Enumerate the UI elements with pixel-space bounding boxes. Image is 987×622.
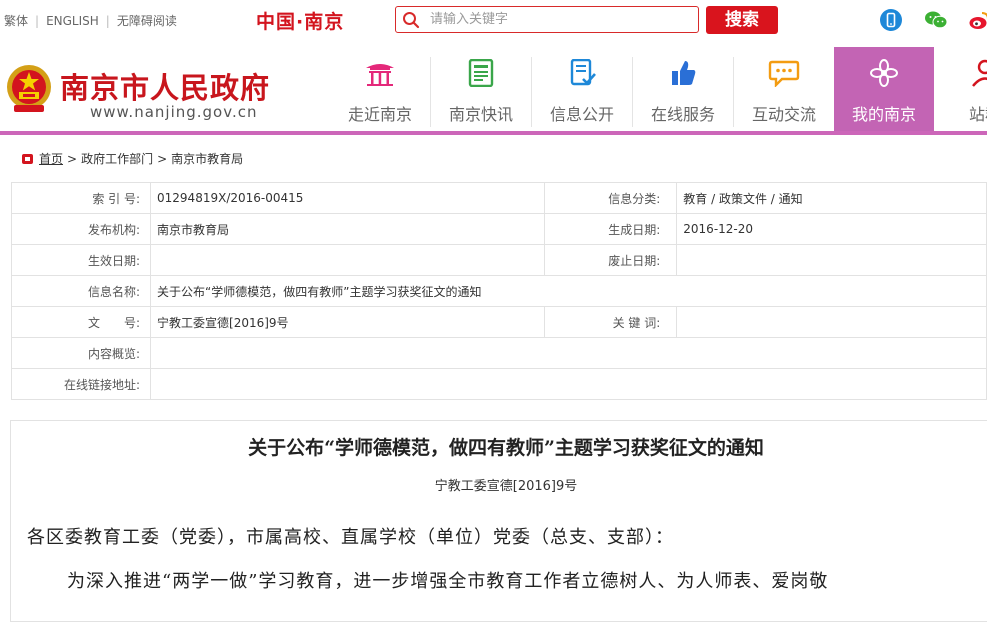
wechat-icon[interactable] bbox=[924, 9, 948, 31]
info-name-value: 关于公布“学师德模范，做四有教师”主题学习获奖征文的通知 bbox=[150, 275, 987, 307]
nav-item-news[interactable]: 南京快讯 bbox=[431, 47, 531, 131]
english-link[interactable]: ENGLISH bbox=[46, 14, 99, 28]
divider: | bbox=[35, 14, 40, 28]
national-emblem-icon bbox=[7, 65, 51, 112]
article-title: 关于公布“学师德模范，做四有教师”主题学习获奖征文的通知 bbox=[248, 437, 764, 459]
traditional-chinese-link[interactable]: 繁体 bbox=[4, 12, 28, 29]
info-name-label: 信息名称: bbox=[10, 275, 152, 307]
breadcrumb-home-link[interactable]: 首页 bbox=[39, 152, 63, 166]
breadcrumb: 首页 > 政府工作部门 > 南京市教育局 bbox=[22, 150, 243, 167]
weibo-icon[interactable] bbox=[968, 9, 987, 31]
flower-icon bbox=[870, 59, 898, 87]
effective-date-value bbox=[150, 244, 546, 276]
generated-date-label: 生成日期: bbox=[544, 213, 678, 245]
table-row: 索 引 号: 01294819X/2016-00415 信息分类: 教育 / 政… bbox=[10, 182, 987, 214]
nav-item-site-group[interactable]: 站群 bbox=[935, 47, 987, 131]
info-metadata-table: 索 引 号: 01294819X/2016-00415 信息分类: 教育 / 政… bbox=[10, 182, 987, 400]
nav-item-visit-nanjing[interactable]: 走近南京 bbox=[330, 47, 430, 131]
table-row: 发布机构: 南京市教育局 生成日期: 2016-12-20 bbox=[10, 213, 987, 245]
table-row: 生效日期: 废止日期: bbox=[10, 244, 987, 276]
site-url: www.nanjing.gov.cn bbox=[90, 103, 258, 121]
article-body: 关于公布“学师德模范，做四有教师”主题学习获奖征文的通知 宁教工委宣德[2016… bbox=[10, 420, 987, 622]
table-row: 内容概览: bbox=[10, 337, 987, 369]
newspaper-icon bbox=[468, 59, 494, 87]
generated-date-value: 2016-12-20 bbox=[676, 213, 987, 245]
mobile-icon[interactable] bbox=[880, 9, 902, 31]
header-accent-line bbox=[0, 131, 987, 135]
nav-label: 信息公开 bbox=[549, 105, 614, 124]
summary-label: 内容概览: bbox=[10, 337, 152, 369]
nav-item-online-service[interactable]: 在线服务 bbox=[633, 47, 733, 131]
nav-item-interaction[interactable]: 互动交流 bbox=[734, 47, 834, 131]
expiry-date-value bbox=[676, 244, 987, 276]
breadcrumb-item[interactable]: 政府工作部门 bbox=[81, 152, 153, 166]
breadcrumb-separator: > bbox=[67, 152, 78, 166]
nav-label: 走近南京 bbox=[347, 105, 412, 124]
document-number-label: 文 号: bbox=[10, 306, 152, 338]
china-nanjing-brand: 中国·南京 bbox=[256, 11, 345, 33]
home-icon bbox=[22, 154, 33, 164]
keywords-label: 关 键 词: bbox=[544, 306, 678, 338]
publisher-label: 发布机构: bbox=[10, 213, 152, 245]
nav-label: 站群 bbox=[968, 105, 987, 124]
person-icon bbox=[972, 59, 987, 87]
top-bar: 繁体 | ENGLISH | 无障碍阅读 中国·南京 搜索 bbox=[0, 0, 987, 40]
nav-label: 我的南京 bbox=[851, 105, 916, 124]
document-number-value: 宁教工委宣德[2016]9号 bbox=[150, 306, 546, 338]
document-check-icon bbox=[570, 59, 596, 86]
category-label: 信息分类: bbox=[544, 182, 678, 214]
breadcrumb-separator: > bbox=[157, 152, 168, 166]
nav-label: 在线服务 bbox=[650, 105, 715, 124]
summary-value bbox=[150, 337, 987, 369]
breadcrumb-item[interactable]: 南京市教育局 bbox=[171, 152, 243, 166]
search-icon bbox=[403, 12, 420, 29]
chat-bubble-icon bbox=[768, 60, 800, 87]
online-link-label: 在线链接地址: bbox=[10, 368, 152, 400]
publisher-value: 南京市教育局 bbox=[150, 213, 546, 245]
top-links: 繁体 | ENGLISH | 无障碍阅读 bbox=[4, 12, 177, 29]
search-box bbox=[395, 6, 699, 33]
search-button[interactable]: 搜索 bbox=[706, 6, 778, 34]
table-row: 信息名称: 关于公布“学师德模范，做四有教师”主题学习获奖征文的通知 bbox=[10, 275, 987, 307]
index-number-label: 索 引 号: bbox=[10, 182, 152, 214]
nav-item-info-disclosure[interactable]: 信息公开 bbox=[532, 47, 632, 131]
table-row: 在线链接地址: bbox=[10, 368, 987, 400]
category-value: 教育 / 政策文件 / 通知 bbox=[676, 182, 987, 214]
online-link-value bbox=[150, 368, 987, 400]
nav-item-my-nanjing[interactable]: 我的南京 bbox=[834, 47, 934, 131]
accessibility-link[interactable]: 无障碍阅读 bbox=[117, 12, 177, 29]
nav-label: 南京快讯 bbox=[448, 105, 513, 124]
article-document-number: 宁教工委宣德[2016]9号 bbox=[434, 479, 578, 494]
article-paragraph: 为深入推进“两学一做”学习教育，进一步增强全市教育工作者立德树人、为人师表、爱岗… bbox=[67, 571, 829, 592]
article-salutation: 各区委教育工委（党委），市属高校、直属学校（单位）党委（总支、支部）： bbox=[27, 527, 674, 548]
nav-label: 互动交流 bbox=[751, 105, 816, 124]
divider: | bbox=[105, 14, 110, 28]
keywords-value bbox=[676, 306, 987, 338]
index-number-value: 01294819X/2016-00415 bbox=[150, 182, 546, 214]
effective-date-label: 生效日期: bbox=[10, 244, 152, 276]
table-row: 文 号: 宁教工委宣德[2016]9号 关 键 词: bbox=[10, 306, 987, 338]
site-header: 南京市人民政府 www.nanjing.gov.cn 走近南京 南京快讯 信息公… bbox=[0, 47, 987, 131]
pavilion-icon bbox=[366, 64, 394, 86]
site-name: 南京市人民政府 bbox=[60, 71, 271, 105]
search-input[interactable] bbox=[430, 10, 690, 29]
thumbs-up-icon bbox=[672, 61, 696, 85]
expiry-date-label: 废止日期: bbox=[544, 244, 678, 276]
